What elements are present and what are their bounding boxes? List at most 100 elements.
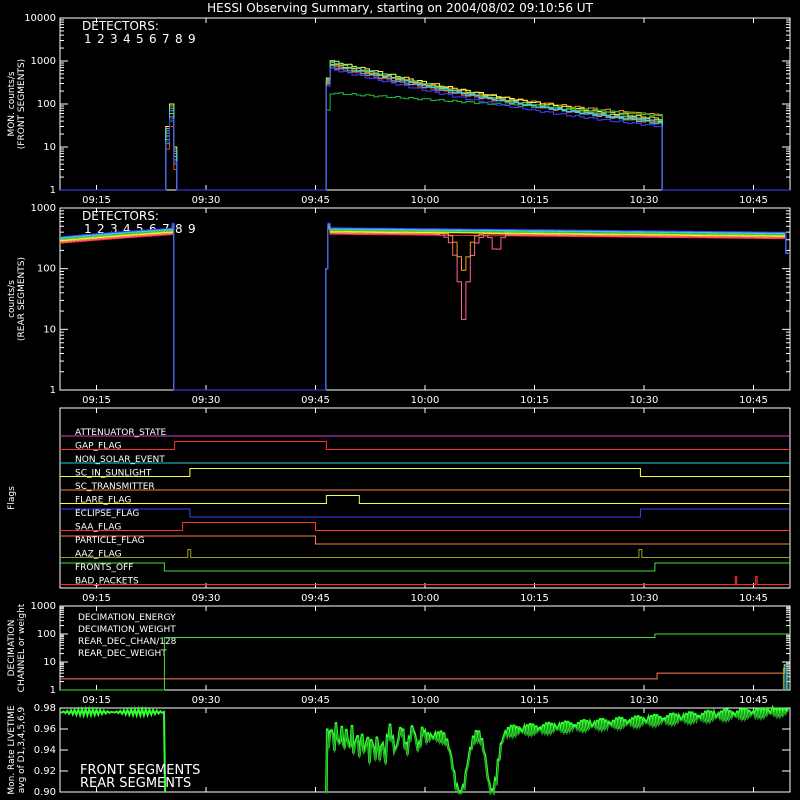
decimation-ylabel: CHANNEL or weight [17,603,27,692]
livetime-ylabel: avg of D1,3,4,5,6,9 [17,706,27,793]
front-xtick-label: 09:30 [192,195,221,206]
flags-xtick-label: 10:45 [739,593,768,604]
rear-detector-7-line [60,224,790,391]
front-ytick-label: 10 [43,142,56,153]
decimation-legend-2: DECIMATION_WEIGHT [78,625,176,635]
rear-legend-detector-8: 8 [175,222,183,236]
decimation-weight-line [60,664,790,680]
flag-line-particle-flag [60,535,790,545]
front-detector-2-line [60,116,327,191]
decimation-legend-4: REAR_DEC_WEIGHT [78,649,167,659]
rear-xtick-label: 10:15 [520,395,549,406]
livetime-ytick-label: 0.92 [34,766,56,777]
flags-xtick-label: 09:30 [192,593,221,604]
front-detector-9-decay [325,67,790,191]
rear-ytick-label: 100 [37,264,56,275]
flags-xtick-label: 09:45 [301,593,330,604]
front-ytick-label: 100 [37,99,56,110]
front-legend-detector-1: 1 [84,32,92,46]
front-legend-detector-7: 7 [162,32,170,46]
front-detector-5-line [60,113,327,191]
flag-line-fronts-off [60,562,790,572]
front-detector-4-line [60,103,327,191]
rear-detector-3-line [60,227,790,391]
flag-label-eclipse-flag: ECLIPSE_FLAG [75,509,139,519]
livetime-ytick-label: 0.96 [34,724,56,735]
flag-line-flare-flag [60,495,790,504]
front-legend-detector-2: 2 [97,32,105,46]
rear-detector-9-line [60,222,790,391]
front-legend-detector-9: 9 [188,32,196,46]
flag-line-aaz-flag [60,549,790,558]
front-xtick-label: 09:45 [301,195,330,206]
rear-detector-1-line [60,229,790,391]
front-xtick-label: 10:45 [739,195,768,206]
rear-xtick-label: 10:45 [739,395,768,406]
rear-detector-2-line [60,228,790,391]
front-legend-title: DETECTORS: [82,19,159,33]
rear-detector-8-line [60,223,790,391]
front-detector-1-decay [325,67,790,191]
decimation-xtick-label: 10:30 [630,695,659,706]
decimation-ytick-label: 1000 [31,601,56,612]
rear-detector-4-line [60,226,790,391]
front-ytick-label: 1000 [31,56,56,67]
decimation-ytick-label: 10 [43,657,56,668]
decimation-ytick-label: 1 [50,685,56,696]
rear-ytick-label: 1 [50,385,56,396]
front-ytick-label: 1 [50,185,56,196]
livetime-ylabel: Mon. Rate LIVETIME [7,705,17,795]
livetime-ytick-label: 0.94 [34,745,56,756]
front-detector-7-line [60,105,327,191]
flags-xtick-label: 10:30 [630,593,659,604]
rear-ylabel: (REAR SEGMENTS) [17,257,27,341]
front-xtick-label: 10:15 [520,195,549,206]
decimation-legend-3: REAR_DEC_CHAN/128 [78,637,177,647]
livetime-legend-rear: REAR SEGMENTS [80,776,191,791]
rear-xtick-label: 09:30 [192,395,221,406]
front-detector-6-line [60,120,327,191]
front-legend-detector-3: 3 [110,32,118,46]
flag-line-saa-flag [60,522,790,531]
front-xtick-label: 09:15 [82,195,111,206]
rear-detector-6-line [60,225,790,391]
decimation-xtick-label: 09:30 [192,695,221,706]
decimation-xtick-label: 09:15 [82,695,111,706]
rear-legend-detector-9: 9 [188,222,196,236]
rear-legend-title: DETECTORS: [82,209,159,223]
decimation-ytick-label: 100 [37,629,56,640]
rear-xtick-label: 10:30 [630,395,659,406]
decimation-xtick-label: 10:45 [739,695,768,706]
front-xtick-label: 10:00 [411,195,440,206]
decimation-xtick-label: 10:00 [411,695,440,706]
decimation-xtick-label: 09:45 [301,695,330,706]
decimation-ylabel: DECIMATION [7,620,17,677]
rear-ylabel: counts/s [7,280,17,318]
rear-xtick-label: 09:15 [82,395,111,406]
front-ylabel: (FRONT SEGMENTS) [17,59,27,149]
livetime-ytick-label: 0.98 [34,703,56,714]
flag-label-fronts-off: FRONTS_OFF [75,563,133,573]
front-detector-9-line [60,118,327,191]
flags-ylabel: Flags [7,486,17,510]
front-legend-detector-6: 6 [149,32,157,46]
front-xtick-label: 10:30 [630,195,659,206]
front-ylabel: MON. counts/s [7,71,17,136]
rear-detector-5-line [60,225,790,391]
rear-xtick-label: 10:00 [411,395,440,406]
decimation-xtick-label: 10:15 [520,695,549,706]
flags-xtick-label: 10:00 [411,593,440,604]
front-legend-detector-5: 5 [136,32,144,46]
flags-xtick-label: 09:15 [82,593,111,604]
front-detector-6-decay [325,92,790,191]
figure-title: HESSI Observing Summary, starting on 200… [207,1,593,15]
decimation-legend-1: DECIMATION_ENERGY [78,613,176,623]
front-legend-detector-4: 4 [123,32,131,46]
observing-summary-figure: HESSI Observing Summary, starting on 200… [7,1,791,798]
front-detector-1-line [60,126,327,191]
rear-ytick-label: 10 [43,324,56,335]
front-detector-8-line [60,110,327,191]
rear-xtick-label: 09:45 [301,395,330,406]
livetime-rear-line [325,708,789,796]
livetime-ytick-label: 0.90 [34,787,56,798]
